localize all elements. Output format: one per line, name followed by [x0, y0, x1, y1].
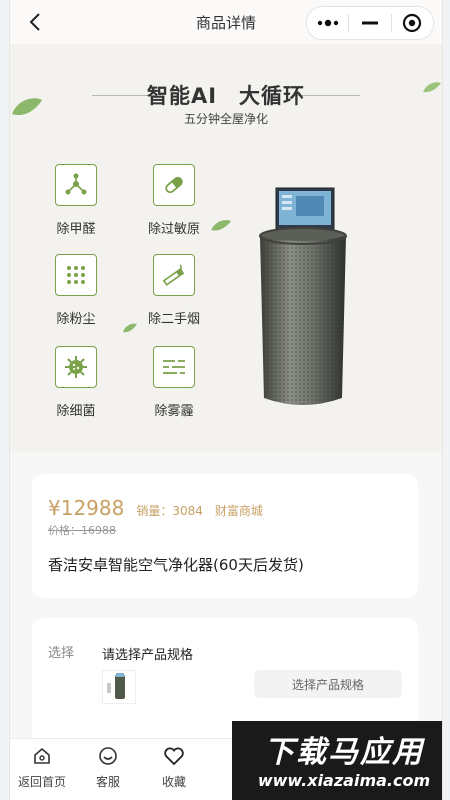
- feature-icon-box: [55, 346, 97, 388]
- feature-label: 除细菌: [56, 404, 96, 419]
- close-target-icon: [403, 13, 422, 33]
- spec-label: 选择: [48, 646, 75, 661]
- more-button[interactable]: [307, 7, 348, 39]
- haze-lines-icon: [163, 360, 185, 374]
- site-watermark: 下载马应用 www.xiazaima.com: [232, 721, 442, 800]
- service-smile-icon: [99, 747, 117, 765]
- mini-program-capsule: [306, 6, 434, 40]
- price-row: ¥12988 销量：3084 财富商城: [48, 496, 263, 520]
- feature-smoke: 除二手烟: [134, 254, 214, 327]
- minimize-button[interactable]: [349, 7, 390, 39]
- capsule-icon: [165, 176, 183, 194]
- feature-allergen: 除过敏原: [134, 164, 214, 237]
- feature-dust: 除粉尘: [36, 254, 116, 327]
- feature-label: 除二手烟: [147, 312, 200, 327]
- watermark-title: 下载马应用: [264, 735, 424, 770]
- feature-icon-box: [153, 346, 195, 388]
- feature-label: 除雾霾: [154, 404, 194, 419]
- current-price: ¥12988: [48, 496, 125, 520]
- leaf-icon: [12, 98, 42, 116]
- hero-banner: 智能AI 大循环 五分钟全屋净化 除甲醛 除过敏原 除粉尘 除二手烟 除细菌 除…: [10, 44, 442, 452]
- tab-favorite[interactable]: 收藏: [144, 745, 204, 790]
- tab-label: 返回首页: [17, 775, 66, 789]
- hero-subtitle: 五分钟全屋净化: [183, 112, 268, 126]
- navigation-bar: 商品详情: [10, 0, 442, 44]
- cigarette-icon: [162, 264, 185, 286]
- purifier-thumbnail-icon: [107, 673, 125, 699]
- feature-label: 除过敏原: [147, 222, 200, 237]
- feature-label: 除粉尘: [56, 312, 96, 327]
- dots-grid-icon: [67, 266, 85, 284]
- sales-count: 销量：3084: [136, 504, 203, 518]
- more-dots-icon: [317, 19, 338, 27]
- spec-prompt: 请选择产品规格: [102, 648, 194, 663]
- home-icon: [34, 747, 50, 764]
- watermark-url: www.xiazaima.com: [257, 771, 431, 790]
- tab-service[interactable]: 客服: [78, 745, 138, 790]
- feature-bacteria: 除细菌: [36, 346, 116, 419]
- tab-home[interactable]: 返回首页: [12, 745, 72, 790]
- feature-icon-box: [153, 254, 195, 296]
- minimize-icon: [361, 21, 378, 25]
- heart-icon: [164, 747, 184, 766]
- feature-haze: 除雾霾: [134, 346, 214, 419]
- product-thumbnail[interactable]: [102, 670, 136, 704]
- original-price: 价格：16988: [48, 524, 116, 537]
- feature-formaldehyde: 除甲醛: [36, 164, 116, 237]
- price-card: ¥12988 销量：3084 财富商城 价格：16988 香洁安卓智能空气净化器…: [32, 474, 418, 598]
- feature-icon-box: [55, 254, 97, 296]
- select-spec-button[interactable]: 选择产品规格: [254, 670, 402, 698]
- close-button[interactable]: [392, 7, 433, 39]
- feature-icon-box: [153, 164, 195, 206]
- shop-name[interactable]: 财富商城: [215, 502, 263, 519]
- tab-label: 收藏: [161, 775, 186, 789]
- air-purifier-image: [259, 187, 347, 405]
- feature-icon-box: [55, 164, 97, 206]
- tab-label: 客服: [95, 775, 120, 789]
- product-name: 香洁安卓智能空气净化器(60天后发货): [48, 556, 304, 574]
- molecule-icon: [65, 173, 87, 195]
- app-frame: 商品详情 智能AI 大循环 五分钟全屋净化 除甲醛 除过敏原 除粉尘 除二手烟 …: [10, 0, 442, 800]
- feature-label: 除甲醛: [56, 222, 96, 237]
- leaf-icon: [423, 82, 441, 93]
- hero-title: 智能AI 大循环: [146, 84, 306, 108]
- bacteria-icon: [65, 356, 87, 378]
